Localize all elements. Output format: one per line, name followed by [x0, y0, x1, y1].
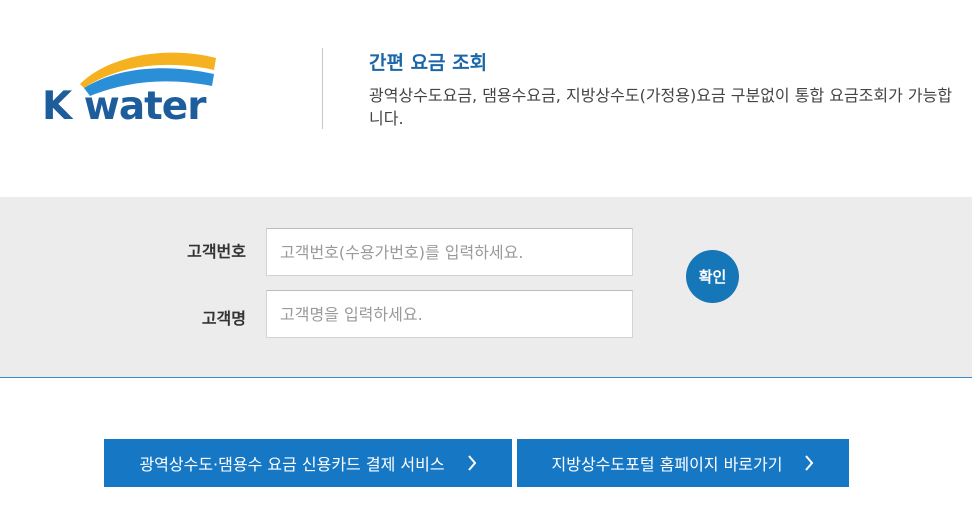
- local-portal-link-button[interactable]: 지방상수도포털 홈페이지 바로가기: [517, 439, 849, 487]
- chevron-right-icon: [467, 455, 477, 471]
- chevron-right-icon: [804, 455, 814, 471]
- card-payment-label: 광역상수도·댐용수 요금 신용카드 결제 서비스: [139, 455, 445, 474]
- page-header: K water 간편 요금 조회 광역상수도요금, 댐용수요금, 지방상수도(가…: [0, 0, 972, 197]
- card-payment-link-button[interactable]: 광역상수도·댐용수 요금 신용카드 결제 서비스: [104, 439, 512, 487]
- logo-text: K water: [42, 84, 206, 129]
- lookup-form: 고객번호 고객명 확인: [0, 197, 972, 378]
- confirm-button[interactable]: 확인: [686, 250, 739, 303]
- local-portal-label: 지방상수도포털 홈페이지 바로가기: [551, 455, 783, 474]
- customer-no-label: 고객번호: [187, 242, 246, 261]
- header-divider: [322, 48, 323, 129]
- kwater-logo: K water: [40, 46, 220, 136]
- page-description: 광역상수도요금, 댐용수요금, 지방상수도(가정용)요금 구분없이 통합 요금조…: [369, 86, 953, 128]
- customer-name-label: 고객명: [201, 309, 246, 328]
- customer-name-input[interactable]: [266, 290, 633, 338]
- page-title: 간편 요금 조회: [369, 52, 488, 74]
- customer-no-input[interactable]: [266, 228, 633, 276]
